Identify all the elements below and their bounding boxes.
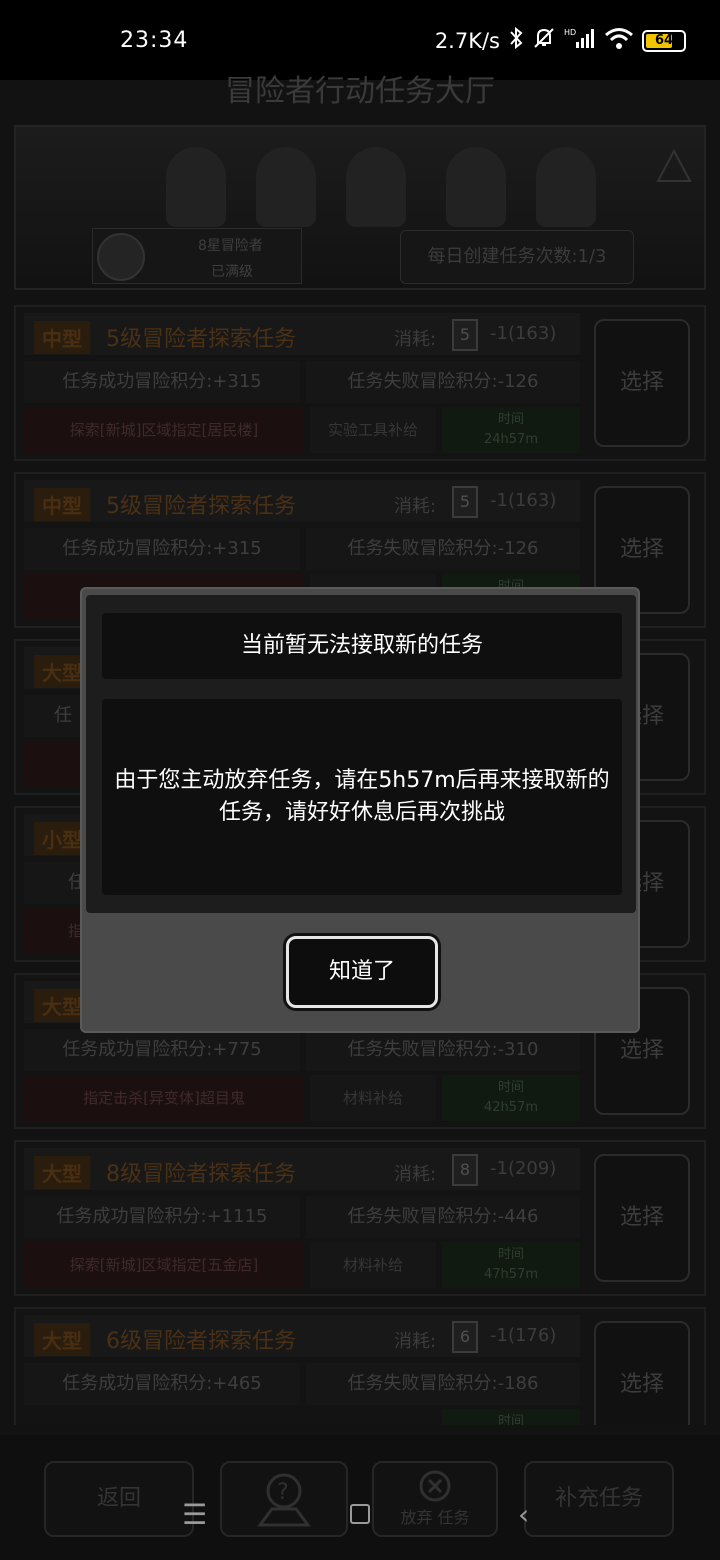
dialog-body: 当前暂无法接取新的任务 由于您主动放弃任务，请在5h57m后再来接取新的任务，请… bbox=[86, 595, 636, 913]
notice-dialog: 当前暂无法接取新的任务 由于您主动放弃任务，请在5h57m后再来接取新的任务，请… bbox=[80, 587, 640, 1033]
dialog-title: 当前暂无法接取新的任务 bbox=[102, 613, 622, 679]
ok-button[interactable]: 知道了 bbox=[286, 936, 438, 1008]
screen: 23:34 2.7K/s HD 64 冒险者行动任务大厅 8星冒险者 已满级 每… bbox=[0, 0, 720, 1560]
dialog-message: 由于您主动放弃任务，请在5h57m后再来接取新的任务，请好好休息后再次挑战 bbox=[102, 699, 622, 895]
